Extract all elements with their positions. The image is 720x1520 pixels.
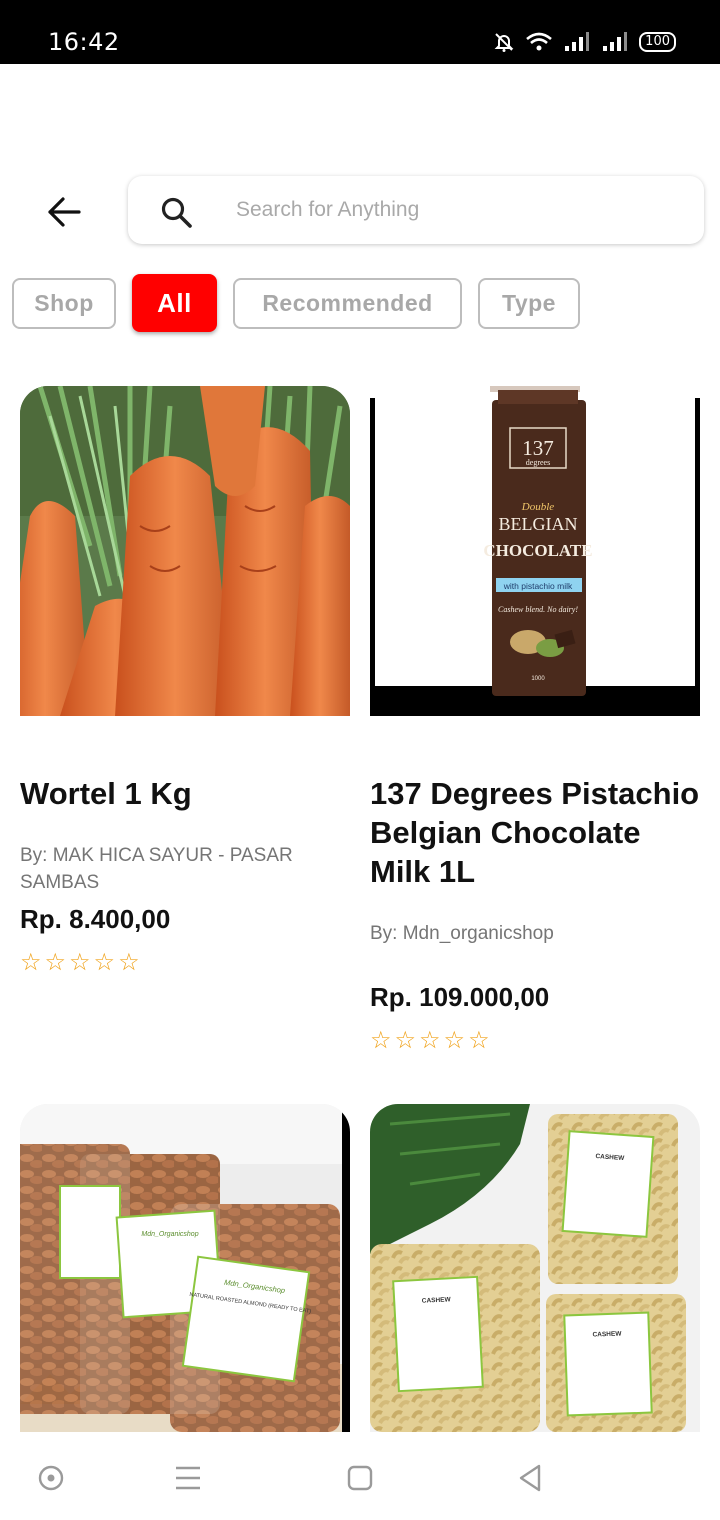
product-image-cashews[interactable]: CASHEW CASHEW CASHEW: [370, 1104, 700, 1432]
product-image-chocolate-milk[interactable]: 137 degrees Double BELGIAN CHOCOLATE wit…: [370, 386, 700, 716]
home-circle-icon: [38, 1465, 64, 1491]
star-outline-icon: ☆: [419, 1026, 441, 1054]
wifi-icon: [526, 32, 553, 51]
product-card[interactable]: CASHEW CASHEW CASHEW: [370, 1104, 700, 1432]
carton-script: Double: [521, 501, 555, 513]
product-price: Rp. 8.400,00: [20, 904, 171, 934]
search-bar[interactable]: [128, 176, 704, 244]
signal-icon: [565, 32, 590, 51]
signal-icon-2: [603, 32, 628, 51]
star-outline-icon: ☆: [443, 1026, 466, 1054]
battery-icon: 100: [639, 32, 676, 52]
carton-volume: 1000: [531, 676, 545, 682]
product-title[interactable]: 137 Degrees Pistachio Belgian Chocolate …: [370, 774, 700, 891]
menu-icon: [176, 1466, 200, 1490]
almonds-bags-photo: Mdn_Organicshop Mdn_Organicshop NATURAL …: [20, 1104, 350, 1432]
arrow-left-icon: [48, 197, 81, 227]
product-card[interactable]: 137 degrees Double BELGIAN CHOCOLATE wit…: [370, 386, 700, 1066]
rating-stars: ☆ ☆ ☆ ☆ ☆: [370, 1028, 490, 1052]
star-outline-icon: ☆: [69, 948, 91, 976]
product-image-almonds[interactable]: Mdn_Organicshop Mdn_Organicshop NATURAL …: [20, 1104, 350, 1432]
filter-shop[interactable]: Shop: [12, 278, 116, 329]
nav-recents-button[interactable]: [340, 1458, 380, 1498]
filter-type[interactable]: Type: [478, 278, 580, 329]
search-input[interactable]: [236, 176, 676, 244]
carton-ribbon: with pistachio milk: [503, 581, 573, 591]
product-card[interactable]: Mdn_Organicshop Mdn_Organicshop NATURAL …: [20, 1104, 350, 1432]
nav-back-button[interactable]: [510, 1458, 550, 1498]
cashew-label-text-3: CASHEW: [592, 1330, 622, 1338]
star-outline-icon: ☆: [370, 1026, 392, 1054]
square-icon: [347, 1465, 373, 1491]
star-outline-icon: ☆: [93, 948, 116, 976]
product-price: Rp. 109.000,00: [370, 982, 550, 1012]
product-image-carrots[interactable]: [20, 386, 350, 716]
carrots-photo: [20, 386, 350, 716]
nav-menu-button[interactable]: [168, 1458, 208, 1498]
carton-tagline: Cashew blend. No dairy!: [498, 605, 578, 614]
carton-line1: BELGIAN: [499, 514, 578, 534]
status-time: 16:42: [48, 28, 120, 56]
back-triangle-icon: [519, 1464, 541, 1492]
product-card[interactable]: Wortel 1 Kg By: MAK HICA SAYUR - PASAR S…: [20, 386, 350, 986]
status-bar: 16:42 100: [0, 0, 720, 64]
mute-bell-icon: [494, 33, 514, 52]
star-outline-icon: ☆: [20, 948, 42, 976]
filter-all[interactable]: All: [132, 274, 217, 332]
cashew-bags-photo: CASHEW CASHEW CASHEW: [370, 1104, 700, 1432]
product-seller: By: MAK HICA SAYUR - PASAR SAMBAS: [20, 845, 293, 893]
carton-line2: CHOCOLATE: [483, 541, 592, 560]
system-nav-bar: [0, 1432, 720, 1520]
star-outline-icon: ☆: [118, 948, 140, 976]
status-icons: 100: [493, 28, 676, 56]
carton-brand: 137: [522, 436, 554, 460]
almond-label-brand: Mdn_Organicshop: [141, 1231, 198, 1238]
star-outline-icon: ☆: [44, 948, 67, 976]
chocolate-milk-carton-photo: 137 degrees Double BELGIAN CHOCOLATE wit…: [370, 386, 700, 716]
filter-recommended[interactable]: Recommended: [233, 278, 462, 329]
rating-stars: ☆ ☆ ☆ ☆ ☆: [20, 950, 140, 974]
back-button[interactable]: [40, 188, 88, 236]
product-seller: By: Mdn_organicshop: [370, 923, 554, 944]
carton-brand-sub: degrees: [526, 458, 550, 467]
product-title[interactable]: Wortel 1 Kg: [20, 774, 350, 813]
search-icon[interactable]: [160, 196, 194, 230]
nav-home-button[interactable]: [31, 1458, 71, 1498]
star-outline-icon: ☆: [394, 1026, 417, 1054]
star-outline-icon: ☆: [468, 1026, 490, 1054]
